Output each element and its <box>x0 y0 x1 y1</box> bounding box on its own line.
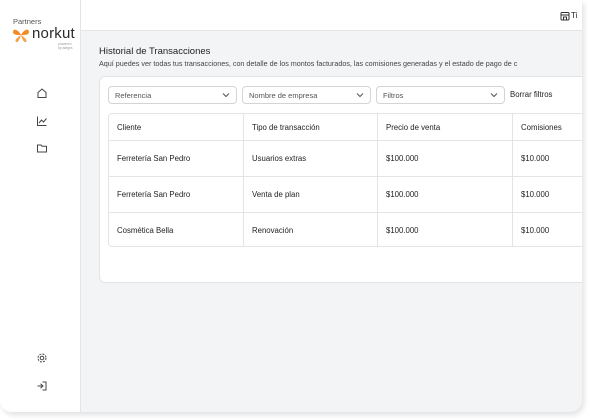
cell-cliente: Cosmética Bella <box>117 226 174 235</box>
top-bar: Ti <box>81 0 582 31</box>
cell-tipo: Venta de plan <box>252 190 300 199</box>
cell-comision: $10.000 <box>521 154 550 163</box>
referencia-filter[interactable]: Referencia <box>108 86 237 104</box>
cell-comision: $10.000 <box>521 226 550 235</box>
empresa-filter-label: Nombre de empresa <box>249 91 318 100</box>
logo[interactable]: norkut powered by alegra <box>12 25 75 50</box>
header-precio[interactable]: Precio de venta <box>386 123 440 132</box>
cell-precio: $100.000 <box>386 226 419 235</box>
transactions-table: Cliente Tipo de transacción Precio de ve… <box>108 113 582 247</box>
header-cliente[interactable]: Cliente <box>117 123 141 132</box>
app-window: Partners norkut powered by alegra Ti His… <box>0 0 582 412</box>
cell-precio: $100.000 <box>386 154 419 163</box>
column-divider <box>243 114 244 246</box>
referencia-filter-label: Referencia <box>115 91 152 100</box>
logout-icon[interactable] <box>36 380 48 392</box>
user-name: Ti <box>571 11 578 20</box>
filtros-filter[interactable]: Filtros <box>376 86 505 104</box>
chevron-down-icon <box>356 93 364 98</box>
home-icon[interactable] <box>36 87 48 99</box>
cell-tipo: Usuarios extras <box>252 154 307 163</box>
clear-filters-button[interactable]: Borrar filtros <box>510 90 552 99</box>
store-icon <box>560 12 570 21</box>
page-subtitle: Aquí puedes ver todas tus transacciones,… <box>99 59 518 68</box>
chevron-down-icon <box>490 93 498 98</box>
user-menu[interactable]: Ti <box>560 11 582 23</box>
empresa-filter[interactable]: Nombre de empresa <box>242 86 371 104</box>
cell-tipo: Renovación <box>252 226 294 235</box>
chevron-down-icon <box>222 93 230 98</box>
logo-text: norkut <box>32 25 75 42</box>
folder-icon[interactable] <box>36 142 48 154</box>
cell-cliente: Ferretería San Pedro <box>117 154 191 163</box>
page-title: Historial de Transacciones <box>99 46 211 57</box>
butterfly-logo-icon <box>13 29 29 43</box>
sidebar: Partners norkut powered by alegra <box>0 0 81 412</box>
column-divider <box>512 114 513 246</box>
cell-comision: $10.000 <box>521 190 550 199</box>
cell-precio: $100.000 <box>386 190 419 199</box>
logo-subtext: powered by alegra <box>58 42 73 50</box>
settings-icon[interactable] <box>36 352 48 364</box>
filtros-filter-label: Filtros <box>383 91 404 100</box>
chart-icon[interactable] <box>36 115 48 127</box>
header-comisiones[interactable]: Comisiones <box>521 123 562 132</box>
cell-cliente: Ferretería San Pedro <box>117 190 191 199</box>
header-tipo[interactable]: Tipo de transacción <box>252 123 320 132</box>
column-divider <box>377 114 378 246</box>
